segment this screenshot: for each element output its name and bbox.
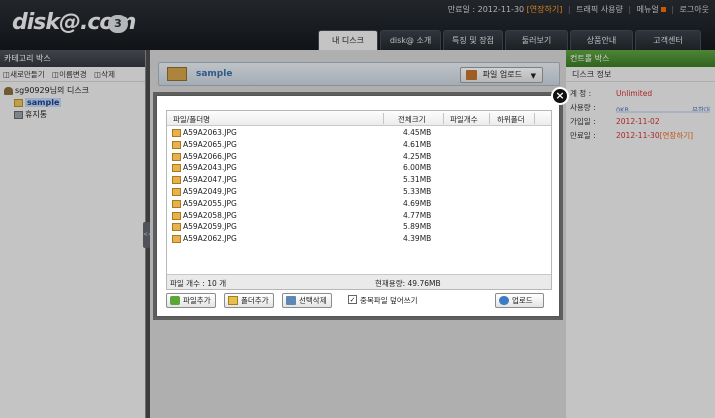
image-file-icon: [172, 187, 181, 196]
image-file-icon: [172, 152, 181, 161]
image-file-icon: [172, 211, 181, 220]
image-file-icon: [172, 235, 181, 244]
col-subfolder[interactable]: 하위폴더: [497, 114, 525, 125]
total-size-text: 현재용량: 49.76MB: [375, 279, 441, 288]
table-row[interactable]: A59A2047.JPG 5.31MB: [167, 174, 551, 186]
table-row[interactable]: A59A2066.JPG 4.25MB: [167, 151, 551, 163]
image-file-icon: [172, 199, 181, 208]
upload-button[interactable]: 업로드: [495, 293, 544, 308]
image-file-icon: [172, 223, 181, 232]
file-list-footer: 파일 개수 : 10 개 현재용량: 49.76MB: [167, 274, 551, 289]
table-row[interactable]: A59A2049.JPG 5.33MB: [167, 186, 551, 198]
plus-icon: [170, 296, 180, 305]
upload-file-list: 파일/폴더명 전체크기 파일개수 하위폴더 A59A2063.JPG 4.45MB…: [166, 110, 552, 290]
trash-icon: [286, 296, 296, 305]
dialog-button-bar: 파일추가 폴더추가 선택삭제 ✓ 중복파일 덮어쓰기 업로드: [166, 293, 552, 310]
image-file-icon: [172, 176, 181, 185]
image-file-icon: [172, 140, 181, 149]
table-row[interactable]: A59A2062.JPG 4.39MB: [167, 233, 551, 245]
col-size[interactable]: 전체크기: [398, 114, 426, 125]
file-list-header: 파일/폴더명 전체크기 파일개수 하위폴더: [167, 111, 551, 126]
table-row[interactable]: A59A2058.JPG 4.77MB: [167, 210, 551, 222]
file-rows: A59A2063.JPG 4.45MB A59A2065.JPG 4.61MB A5…: [167, 127, 551, 245]
table-row[interactable]: A59A2059.JPG 5.89MB: [167, 221, 551, 233]
file-count-text: 파일 개수 : 10 개: [170, 279, 227, 288]
overwrite-checkbox[interactable]: ✓: [348, 295, 357, 304]
delete-selected-button[interactable]: 선택삭제: [282, 293, 332, 308]
table-row[interactable]: A59A2055.JPG 4.69MB: [167, 198, 551, 210]
folder-add-icon: [228, 296, 238, 305]
col-file-count[interactable]: 파일개수: [450, 114, 478, 125]
upload-arrow-icon: [499, 296, 509, 305]
overwrite-label: 중복파일 덮어쓰기: [360, 296, 418, 305]
add-folder-button[interactable]: 폴더추가: [224, 293, 274, 308]
image-file-icon: [172, 129, 181, 137]
close-dialog-button[interactable]: ×: [551, 87, 569, 105]
upload-dialog: 파일/폴더명 전체크기 파일개수 하위폴더 A59A2063.JPG 4.45MB…: [156, 95, 560, 317]
table-row[interactable]: A59A2065.JPG 4.61MB: [167, 139, 551, 151]
add-file-button[interactable]: 파일추가: [166, 293, 216, 308]
table-row[interactable]: A59A2043.JPG 6.00MB: [167, 162, 551, 174]
table-row[interactable]: A59A2063.JPG 4.45MB: [167, 127, 551, 139]
col-name[interactable]: 파일/폴더명: [173, 114, 210, 125]
image-file-icon: [172, 164, 181, 173]
